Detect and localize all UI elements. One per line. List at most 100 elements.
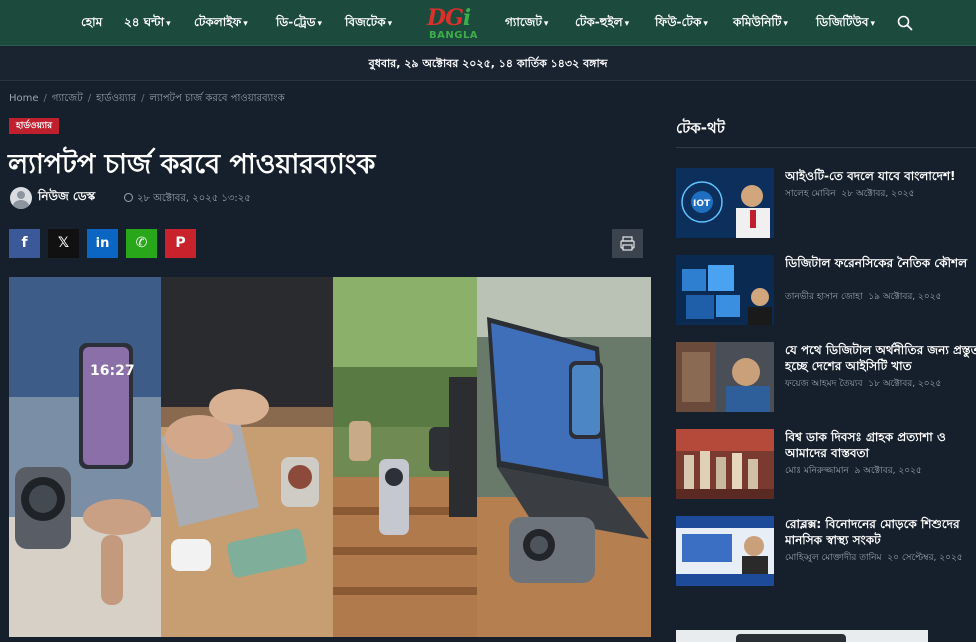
nav-label: টেকলাইফ: [194, 15, 242, 29]
nav-label: ডিজিটিউব: [816, 15, 869, 29]
nav-item-fu-tech[interactable]: ফিউ-টেক ▾: [655, 14, 708, 34]
thumbnail-image: IOT: [676, 168, 774, 238]
nav-item-tech-wheel[interactable]: টেক-হুইল ▾: [575, 14, 629, 34]
post-date: ২৮ অক্টোবর, ২০২৫ ১৩:২৫: [124, 191, 251, 208]
sidebar-date: ১৮ অক্টোবর, ২০২৫: [868, 379, 942, 389]
thumbnail-image: [676, 429, 774, 499]
breadcrumb-separator: /: [87, 93, 92, 104]
sidebar-author[interactable]: মোহিব্বুল মোক্তাদীর তানিম: [785, 553, 882, 563]
chevron-down-icon: ▾: [317, 19, 322, 29]
breadcrumb-current: ল্যাপটপ চার্জ করবে পাওয়ারব্যাংক: [149, 93, 285, 104]
sidebar-meta: মোহিব্বুল মোক্তাদীর তানিম ২০ সেপ্টেম্বর,…: [785, 550, 963, 565]
post-date-text: ২৮ অক্টোবর, ২০২৫ ১৩:২৫: [137, 193, 251, 204]
nav-label: হোম: [81, 15, 103, 29]
nav-item-community[interactable]: কমিউনিটি ▾: [733, 14, 788, 34]
chevron-down-icon: ▾: [243, 19, 248, 29]
article-title: ল্যাপটপ চার্জ করবে পাওয়ারব্যাংক: [8, 149, 376, 180]
nav-label: টেক-হুইল: [575, 15, 623, 29]
search-icon[interactable]: [897, 15, 913, 31]
sidebar-date: ৯ অক্টোবর, ২০২৫: [854, 466, 922, 476]
nav-item-digitube[interactable]: ডিজিটিউব ▾: [816, 14, 875, 34]
sidebar-meta: মোঃ মনিরুজ্জামান ৯ অক্টোবর, ২০২৫: [785, 463, 922, 478]
sidebar-author[interactable]: মোঃ মনিরুজ্জামান: [785, 466, 849, 476]
thumbnail-image: [676, 255, 774, 325]
chevron-down-icon: ▾: [870, 19, 875, 29]
sidebar-thumbnail[interactable]: [676, 342, 774, 412]
sidebar-date: ২০ সেপ্টেম্বর, ২০২৫: [887, 553, 963, 563]
sidebar-item: IOT আইওটি-তে বদলে যাবে বাংলাদেশ! সালেহ ম…: [676, 168, 976, 238]
nav-item-home[interactable]: হোম: [81, 14, 102, 34]
sidebar-headline[interactable]: যে পথে ডিজিটাল অর্থনীতির জন্য প্রস্তুত হ…: [785, 342, 976, 374]
nav-label: গ্যাজেট: [505, 15, 542, 29]
sidebar-author[interactable]: তানভীর হাসান জোহা: [785, 292, 863, 302]
sidebar-thumbnail[interactable]: IOT: [676, 168, 774, 238]
nav-item-d-trade[interactable]: ডি-ট্রেড ▾: [276, 14, 322, 34]
sidebar-item: যে পথে ডিজিটাল অর্থনীতির জন্য প্রস্তুত হ…: [676, 342, 976, 412]
nav-item-techlife[interactable]: টেকলাইফ ▾: [194, 14, 248, 34]
breadcrumb: Home / গ্যাজেট / হার্ডওয়্যার / ল্যাপটপ চার্জ …: [9, 91, 285, 108]
sidebar-meta: তানভীর হাসান জোহা ১৯ অক্টোবর, ২০২৫: [785, 289, 941, 304]
whatsapp-icon: ✆: [135, 235, 148, 251]
sidebar-item: রোব্লক্স: বিনোদনের মোড়কে শিশুদের মানসিক…: [676, 516, 976, 586]
sidebar-date: ১৯ অক্টোবর, ২০২৫: [868, 292, 942, 302]
chevron-down-icon: ▾: [543, 19, 549, 29]
logo-mark: DGi: [427, 5, 471, 31]
sidebar-item: বিশ্ব ডাক দিবসঃ গ্রাহক প্রত্যাশা ও আমাদে…: [676, 429, 976, 499]
breadcrumb-home[interactable]: Home: [9, 93, 39, 104]
chevron-down-icon: ▾: [166, 19, 171, 29]
clock-icon: [124, 193, 133, 202]
phone-clock: 16:27: [90, 363, 135, 379]
nav-item-24-hours[interactable]: ২৪ ঘন্টা ▾: [124, 14, 171, 34]
sidebar-meta: ফয়েজ আহমদ তৈয়্যব ১৮ অক্টোবর, ২০২৫: [785, 376, 941, 391]
nav-label: ফিউ-টেক: [655, 15, 702, 29]
sidebar-title: টেক-থট: [676, 119, 725, 137]
thumbnail-image: [676, 516, 774, 586]
iot-label: IOT: [693, 199, 711, 209]
logo-text: BANGLA: [429, 30, 479, 41]
pinterest-icon: P: [175, 235, 186, 251]
sidebar-meta: সালেহ মোবিন ২৮ অক্টোবর, ২০২৫: [785, 186, 915, 201]
thumbnail-image: [676, 342, 774, 412]
share-x-button[interactable]: 𝕏: [48, 229, 79, 258]
avatar[interactable]: [10, 187, 32, 209]
sidebar-author[interactable]: ফয়েজ আহমদ তৈয়্যব: [785, 379, 863, 389]
breadcrumb-gadget[interactable]: গ্যাজেট: [52, 93, 83, 104]
chevron-down-icon: ▾: [387, 19, 393, 29]
breadcrumb-hardware[interactable]: হার্ডওয়্যার: [96, 93, 136, 104]
sidebar-author[interactable]: সালেহ মোবিন: [785, 189, 836, 199]
article-hero-image[interactable]: 16:27: [9, 277, 651, 637]
nav-label: কমিউনিটি: [733, 15, 782, 29]
chevron-down-icon: ▾: [783, 19, 788, 29]
breadcrumb-separator: /: [141, 93, 145, 104]
share-linkedin-button[interactable]: in: [87, 229, 118, 258]
nav-label: ২৪ ঘন্টা: [124, 15, 165, 29]
sidebar-item: ডিজিটাল ফরেনসিকের নৈতিক কৌশল তানভীর হাসা…: [676, 255, 976, 325]
sidebar-divider: [676, 147, 976, 148]
facebook-icon: f: [21, 235, 28, 251]
nav-item-biztech[interactable]: বিজটেক ▾: [345, 14, 392, 34]
sidebar-thumbnail[interactable]: [676, 429, 774, 499]
site-logo[interactable]: DGi BANGLA: [425, 5, 483, 43]
sidebar-widget-box: [676, 630, 928, 642]
hero-collage: 16:27: [9, 277, 651, 637]
share-facebook-button[interactable]: f: [9, 229, 40, 258]
breadcrumb-separator: /: [43, 93, 47, 104]
sidebar-thumbnail[interactable]: [676, 255, 774, 325]
author-name[interactable]: নিউজ ডেস্ক: [38, 188, 95, 208]
linkedin-icon: in: [95, 236, 110, 251]
print-button[interactable]: [612, 229, 643, 258]
share-whatsapp-button[interactable]: ✆: [126, 229, 157, 258]
sidebar-headline[interactable]: আইওটি-তে বদলে যাবে বাংলাদেশ!: [785, 168, 976, 184]
sidebar-date: ২৮ অক্টোবর, ২০২৫: [841, 189, 915, 199]
sidebar-headline[interactable]: ডিজিটাল ফরেনসিকের নৈতিক কৌশল: [785, 255, 976, 287]
nav-label: বিজটেক: [345, 15, 386, 29]
category-badge[interactable]: হার্ডওয়্যার: [9, 118, 60, 134]
sidebar-headline[interactable]: বিশ্ব ডাক দিবসঃ গ্রাহক প্রত্যাশা ও আমাদে…: [785, 429, 976, 461]
date-bar: বুধবার, ২৯ অক্টোবর ২০২৫, ১৪ কার্তিক ১৪৩২…: [0, 47, 976, 81]
nav-item-gadget[interactable]: গ্যাজেট ▾: [505, 14, 548, 34]
sidebar-headline[interactable]: রোব্লক্স: বিনোদনের মোড়কে শিশুদের মানসিক…: [785, 516, 976, 548]
nav-label: ডি-ট্রেড: [276, 15, 316, 29]
sidebar-thumbnail[interactable]: [676, 516, 774, 586]
chevron-down-icon: ▾: [624, 19, 630, 29]
share-pinterest-button[interactable]: P: [165, 229, 196, 258]
